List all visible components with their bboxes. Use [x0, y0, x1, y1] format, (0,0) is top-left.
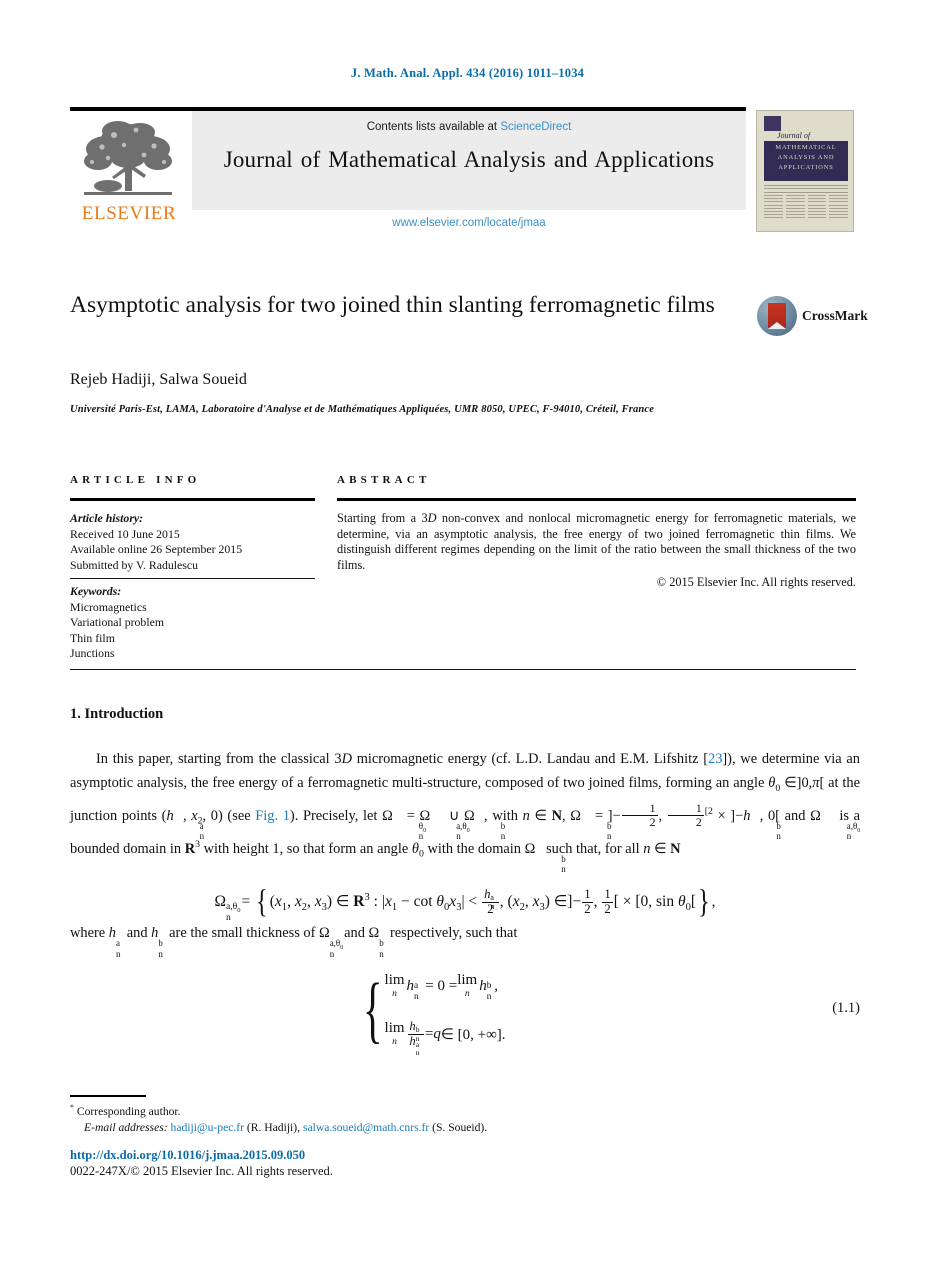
abstract-copyright: © 2015 Elsevier Inc. All rights reserved…: [656, 575, 856, 590]
keyword-item: Variational problem: [70, 615, 165, 629]
p1-text-e: (see: [222, 807, 256, 824]
journal-cover-thumbnail[interactable]: Journal of MATHEMATICAL ANALYSIS AND APP…: [756, 110, 854, 232]
where-tail-2: and: [344, 925, 365, 941]
affiliation: Université Paris-Est, LAMA, Laboratoire …: [70, 404, 655, 415]
crossmark-circle-icon: [757, 296, 797, 336]
corresponding-author-note: * Corresponding author.: [70, 1100, 770, 1120]
equation-row-2: lim n hbn han = q ∈ [0, +∞].: [384, 1019, 506, 1058]
article-history-label: Article history:: [70, 511, 144, 525]
keywords-block: Keywords: Micromagnetics Variational pro…: [70, 584, 315, 662]
journal-article-page: J. Math. Anal. Appl. 434 (2016) 1011–103…: [0, 0, 935, 1266]
authors-names: Rejeb Hadiji, Salwa Soueid: [70, 371, 247, 388]
equation-row-1: lim n han = 0 = lim n hbn ,: [384, 972, 498, 1002]
cover-text-lines: [764, 185, 848, 195]
elsevier-wordmark: ELSEVIER: [81, 203, 177, 224]
doi-link[interactable]: http://dx.doi.org/10.1016/j.jmaa.2015.09…: [70, 1148, 305, 1163]
email-link-soueid[interactable]: salwa.soueid@math.cnrs.fr: [303, 1121, 429, 1134]
corresponding-author-text: Corresponding author.: [76, 1104, 181, 1118]
crossmark-badge[interactable]: CrossMark: [757, 296, 868, 336]
article-title: Asymptotic analysis for two joined thin …: [70, 292, 715, 318]
cover-elsevier-mark-icon: [764, 116, 781, 131]
email-owner-2: (S. Soueid).: [432, 1121, 488, 1135]
keyword-item: Thin film: [70, 630, 115, 645]
system-brace: {: [362, 969, 383, 1051]
equation-system: { lim n han = 0 = lim n hbn , lim n hbn han…: [355, 962, 506, 1058]
masthead-panel: Contents lists available at ScienceDirec…: [192, 111, 746, 210]
article-info-heading: ARTICLE INFO: [70, 474, 201, 486]
where-mid: and: [126, 925, 148, 941]
running-head: J. Math. Anal. Appl. 434 (2016) 1011–103…: [350, 66, 585, 80]
keyword-item: Junctions: [70, 646, 115, 660]
received-date: Received 10 June 2015: [70, 526, 180, 541]
email-owner-1: (R. Hadiji),: [246, 1121, 301, 1135]
contents-available-line: Contents lists available at ScienceDirec…: [192, 121, 746, 133]
keywords-divider: [70, 578, 315, 579]
p2-line3: with height 1, so that form an angle: [203, 840, 409, 857]
display-equation-domain: Ωa,θ0 n = {(x1, x2, x3) ∈ R3 : |x1 − cot …: [214, 884, 716, 924]
article-history-block: Article history: Received 10 June 2015 A…: [70, 511, 315, 573]
equation-number: (1.1): [832, 1000, 860, 1016]
sciencedirect-link[interactable]: ScienceDirect: [500, 121, 571, 133]
keyword-item: Micromagnetics: [70, 599, 147, 614]
p1-text-a: In this paper, starting from the classic…: [96, 751, 342, 767]
footnote-block: * Corresponding author. E-mail addresses…: [70, 1100, 770, 1137]
cover-title-line-3: APPLICATIONS: [778, 164, 834, 171]
p1-text-f: ).: [289, 807, 299, 824]
elsevier-logo: ELSEVIER: [70, 111, 188, 233]
asterisk-marker: *: [70, 1103, 74, 1112]
where-paragraph: where han and hbn are the small thicknes…: [70, 925, 518, 959]
p1-italic-d: D: [341, 751, 352, 767]
cover-title-line-2: ANALYSIS AND: [777, 154, 835, 161]
abstract-heading: ABSTRACT: [337, 474, 431, 486]
footnote-rule: [70, 1095, 146, 1097]
header-bottom-divider: [70, 669, 856, 670]
crossmark-label: CrossMark: [802, 308, 868, 323]
keywords-label: Keywords:: [70, 584, 122, 598]
cover-title-band: MATHEMATICAL ANALYSIS AND APPLICATIONS: [764, 141, 848, 181]
email-link-hadiji[interactable]: hadiji@u-pec.fr: [171, 1121, 244, 1134]
equation-1-1-block: { lim n han = 0 = lim n hbn , lim n hbn han…: [70, 962, 860, 1058]
available-online-date: Available online 26 September 2015: [70, 542, 243, 556]
email-addresses-note: E-mail addresses: hadiji@u-pec.fr (R. Ha…: [70, 1120, 770, 1137]
masthead: ELSEVIER Contents lists available at Sci…: [70, 111, 746, 233]
cover-columns: [764, 195, 848, 221]
article-info-rule: [70, 498, 315, 501]
section-heading-introduction: 1. Introduction: [70, 706, 164, 722]
where-tail: are the small thickness of: [169, 925, 316, 941]
crossmark-bookmark-icon: [768, 303, 786, 329]
cover-title-line-1: MATHEMATICAL: [775, 144, 837, 151]
intro-paragraph-1: In this paper, starting from the classic…: [70, 751, 861, 875]
abstract-rule: [337, 498, 856, 501]
email-addresses-label: E-mail addresses:: [84, 1121, 168, 1135]
p1-text-b: micromagnetic energy (cf. L.D. Landau an…: [351, 751, 708, 767]
figure-ref-1[interactable]: Fig. 1: [255, 808, 290, 824]
submitted-by: Submitted by V. Radulescu: [70, 557, 199, 572]
issn-copyright-line: 0022-247X/© 2015 Elsevier Inc. All right…: [70, 1164, 333, 1178]
where-lead: where: [70, 925, 106, 941]
author-list: Rejeb Hadiji, Salwa Soueid: [70, 371, 247, 389]
abstract-text-1: Starting from a 3: [337, 511, 428, 525]
elsevier-tree-icon: [84, 121, 172, 195]
cover-script-label: Journal of: [777, 131, 811, 140]
p2-lead: Precisely, let: [302, 807, 378, 824]
journal-url-link[interactable]: www.elsevier.com/locate/jmaa: [192, 217, 746, 229]
abstract-italic-d: D: [427, 511, 437, 525]
abstract-body: Starting from a 3D non-convex and nonloc…: [337, 511, 856, 591]
journal-title: Journal of Mathematical Analysis and App…: [223, 147, 715, 172]
contents-prefix: Contents lists available at: [366, 121, 501, 133]
where-end: respectively, such that: [389, 925, 518, 941]
citation-ref-23[interactable]: 23: [708, 751, 722, 767]
